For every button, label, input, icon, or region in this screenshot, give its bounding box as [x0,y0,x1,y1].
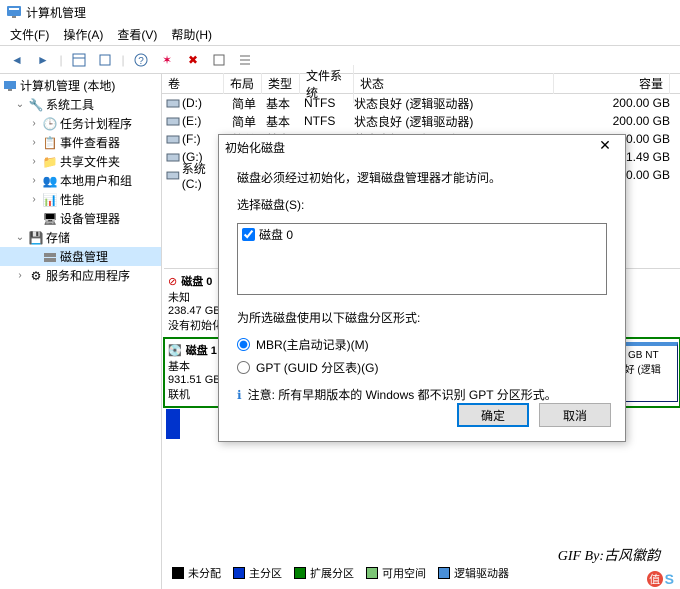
gif-credit: GIF By:古风徽韵 [558,545,660,565]
clock-icon: 🕒 [42,116,58,132]
back-icon[interactable]: ◄ [6,49,28,71]
tree-event-viewer[interactable]: › 📋 事件查看器 [0,133,161,152]
volume-row[interactable]: (E:)简单基本NTFS状态良好 (逻辑驱动器)200.00 GB [162,112,680,130]
tree-system-tools[interactable]: ⌄ 🔧 系统工具 [0,95,161,114]
cancel-icon[interactable]: ✖ [182,49,204,71]
disk-select-box[interactable]: 磁盘 0 [237,223,607,295]
volume-header: 卷 布局 类型 文件系统 状态 容量 [162,74,680,94]
forward-icon[interactable]: ► [32,49,54,71]
sidebar: 计算机管理 (本地) ⌄ 🔧 系统工具 › 🕒 任务计划程序 › 📋 事件查看器… [0,74,162,589]
col-type[interactable]: 类型 [262,73,300,94]
ok-button[interactable]: 确定 [457,403,529,427]
collapse-icon[interactable]: ⌄ [14,232,26,243]
expand-icon[interactable]: › [28,118,40,129]
storage-icon: 💾 [28,230,44,246]
close-icon[interactable]: ✕ [591,137,619,157]
disk-icon: 💽 [168,344,182,357]
expand-icon[interactable]: › [28,156,40,167]
expand-icon[interactable]: › [28,175,40,186]
list-icon[interactable] [234,49,256,71]
dialog-title: 初始化磁盘 [225,139,285,156]
watermark-badge-icon: 值 [647,571,663,587]
tree-task-scheduler[interactable]: › 🕒 任务计划程序 [0,114,161,133]
cancel-button[interactable]: 取消 [539,403,611,427]
info-icon: ℹ [237,388,242,402]
col-volume[interactable]: 卷 [162,73,224,94]
tree-local-users[interactable]: › 👥 本地用户和组 [0,171,161,190]
mbr-radio-row[interactable]: MBR(主启动记录)(M) [237,336,607,353]
expand-icon[interactable]: › [28,137,40,148]
expand-icon[interactable]: › [14,270,26,281]
tree-device-manager[interactable]: 🖥 设备管理器 [0,209,161,228]
disk-icon [42,249,58,265]
computer-icon [2,78,18,94]
dialog-titlebar: 初始化磁盘 ✕ [219,135,625,159]
disk-0-checkbox-row[interactable]: 磁盘 0 [242,226,602,243]
svg-text:?: ? [138,56,144,67]
app-title: 计算机管理 [26,4,86,21]
tree-performance[interactable]: › 📊 性能 [0,190,161,209]
view-icon[interactable] [68,49,90,71]
tree-storage[interactable]: ⌄ 💾 存储 [0,228,161,247]
separator-icon: | [58,49,64,71]
wrench-icon: 🔧 [28,97,44,113]
volume-row[interactable]: (D:)简单基本NTFS状态良好 (逻辑驱动器)200.00 GB [162,94,680,112]
legend-primary: 主分区 [233,565,282,581]
menu-view[interactable]: 查看(V) [111,24,163,45]
partition-style-label: 为所选磁盘使用以下磁盘分区形式: [237,309,607,326]
legend-free: 可用空间 [366,565,426,581]
perf-icon: 📊 [42,192,58,208]
action-icon[interactable]: ✶ [156,49,178,71]
menu-file[interactable]: 文件(F) [4,24,55,45]
dialog-note: ℹ 注意: 所有早期版本的 Windows 都不识别 GPT 分区形式。 [237,386,607,403]
legend-unalloc: 未分配 [172,565,221,581]
app-icon [6,4,22,20]
device-icon: 🖥 [42,211,58,227]
tree-services[interactable]: › ⚙ 服务和应用程序 [0,266,161,285]
tree-disk-management[interactable]: 磁盘管理 [0,247,161,266]
select-disk-label: 选择磁盘(S): [237,196,607,213]
folder-icon: 📁 [42,154,58,170]
refresh-icon[interactable] [94,49,116,71]
tree-shared-folders[interactable]: › 📁 共享文件夹 [0,152,161,171]
menubar: 文件(F) 操作(A) 查看(V) 帮助(H) [0,24,680,46]
settings-icon[interactable] [208,49,230,71]
help-icon[interactable]: ? [130,49,152,71]
col-capacity[interactable]: 容量 [633,73,670,94]
collapse-icon[interactable]: ⌄ [14,99,26,110]
init-disk-dialog: 初始化磁盘 ✕ 磁盘必须经过初始化，逻辑磁盘管理器才能访问。 选择磁盘(S): … [218,134,626,442]
disk-error-icon: ⊘ [168,275,177,288]
menu-action[interactable]: 操作(A) [57,24,109,45]
legend-ext: 扩展分区 [294,565,354,581]
tree-root[interactable]: 计算机管理 (本地) [0,76,161,95]
mbr-radio[interactable] [237,338,250,351]
menu-help[interactable]: 帮助(H) [165,24,218,45]
separator-icon: | [120,49,126,71]
event-icon: 📋 [42,135,58,151]
col-layout[interactable]: 布局 [224,73,262,94]
col-status[interactable]: 状态 [354,73,554,94]
expand-icon[interactable]: › [28,194,40,205]
services-icon: ⚙ [28,268,44,284]
disk-0-checkbox[interactable] [242,228,255,241]
titlebar: 计算机管理 [0,0,680,24]
gpt-radio[interactable] [237,361,250,374]
legend: 未分配 主分区 扩展分区 可用空间 逻辑驱动器 [172,565,509,581]
gpt-radio-row[interactable]: GPT (GUID 分区表)(G) [237,359,607,376]
dialog-message: 磁盘必须经过初始化，逻辑磁盘管理器才能访问。 [237,169,607,186]
users-icon: 👥 [42,173,58,189]
watermark: 值 S [647,571,674,587]
legend-logical: 逻辑驱动器 [438,565,509,581]
